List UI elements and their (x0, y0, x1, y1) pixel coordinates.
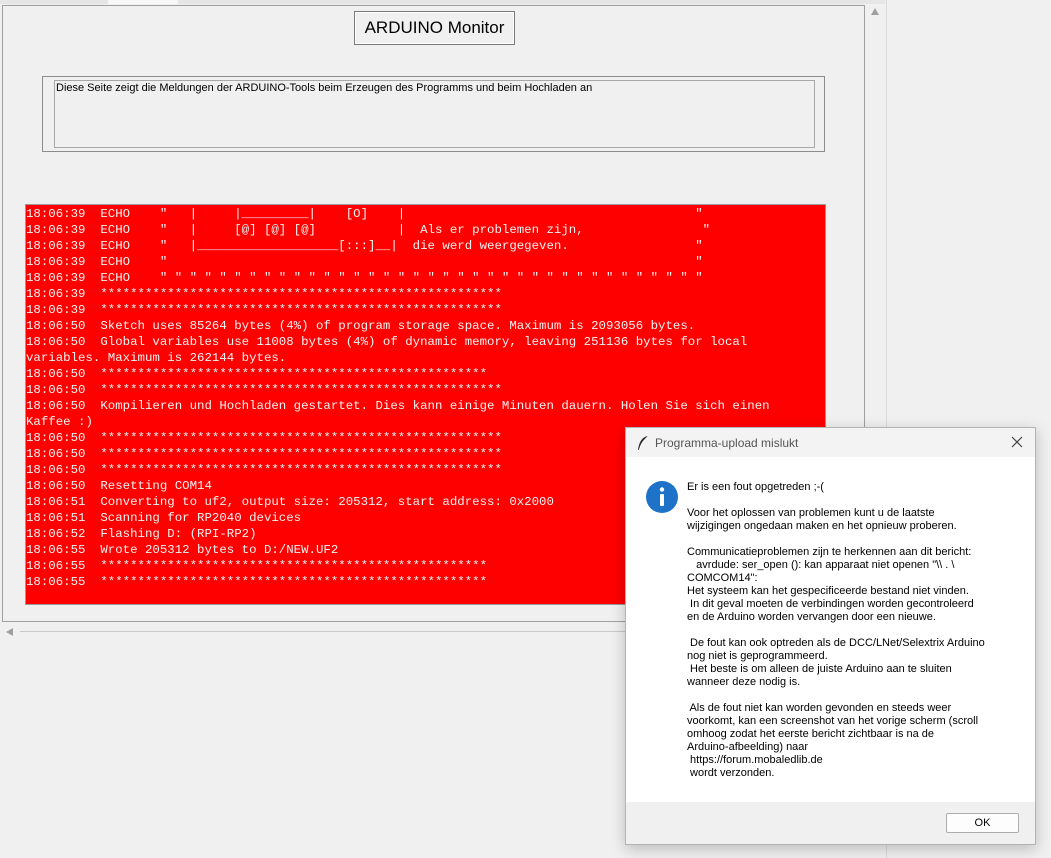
message-line (687, 494, 1027, 507)
message-line: In dit geval moeten de verbindingen word… (687, 598, 974, 610)
message-line: Het systeem kan het gespecificeerde best… (687, 585, 969, 597)
log-line: 18:06:50 *******************************… (26, 383, 502, 397)
message-line: en de Arduino worden vervangen door een … (687, 611, 936, 623)
log-line: 18:06:39 *******************************… (26, 303, 502, 317)
message-line (687, 533, 1027, 546)
log-line: 18:06:39 ECHO " |___________________[:::… (26, 239, 703, 253)
arrow-up-icon[interactable] (871, 8, 879, 15)
message-line (687, 624, 1027, 637)
message-line: Er is een fout opgetreden ;-( (687, 481, 824, 493)
message-line: avrdude: ser_open (): kan apparaat niet … (687, 559, 955, 571)
tab-marker (108, 0, 178, 4)
log-line: 18:06:39 ECHO " " (26, 255, 703, 269)
message-line: Communicatieproblemen zijn te herkennen … (687, 546, 972, 558)
ok-button[interactable]: OK (946, 813, 1019, 833)
message-line: voorkomt, kan een screenshot van het vor… (687, 715, 979, 727)
close-icon[interactable] (1007, 432, 1027, 452)
dialog-footer: OK (626, 802, 1035, 844)
message-line: wordt verzonden. (687, 767, 775, 779)
log-line: 18:06:39 ECHO " " " " " " " " " " " " " … (26, 271, 703, 285)
message-line: wanneer deze nodig is. (687, 676, 801, 688)
log-line: 18:06:39 *******************************… (26, 287, 502, 301)
dialog-title: Programma-upload mislukt (655, 436, 799, 450)
error-dialog: Programma-upload mislukt Er is een fout … (625, 427, 1036, 845)
message-line: De fout kan ook optreden als de DCC/LNet… (687, 637, 985, 649)
info-icon (646, 481, 678, 513)
log-line: 18:06:39 ECHO " | |_________| [O] | " (26, 207, 703, 221)
log-line: 18:06:50 Kompilieren und Hochladen gesta… (26, 399, 770, 413)
message-line: COMCOM14": (687, 572, 758, 584)
message-line: Het beste is om alleen de juiste Arduino… (687, 663, 952, 675)
dialog-body: Er is een fout opgetreden ;-( Voor het op… (626, 457, 1035, 802)
message-line: Voor het oplossen van problemen kunt u d… (687, 507, 935, 519)
log-line: 18:06:50 Sketch uses 85264 bytes (4%) of… (26, 319, 696, 333)
top-strip (0, 0, 885, 4)
monitor-title-button[interactable]: ARDUINO Monitor (354, 11, 515, 45)
message-line: nog niet is geprogrammeerd. (687, 650, 828, 662)
message-line: https://forum.mobaledlib.de (687, 754, 823, 766)
message-line (687, 689, 1027, 702)
message-line: Arduino-afbeelding) naar (687, 741, 809, 753)
description-text: Diese Seite zeigt die Meldungen der ARDU… (56, 82, 593, 94)
feather-icon (638, 435, 649, 451)
log-line: 18:06:50 *******************************… (26, 367, 488, 381)
message-line: Als de fout niet kan worden gevonden en … (687, 702, 952, 714)
arrow-left-icon[interactable] (6, 628, 13, 636)
log-line: variables. Maximum is 262144 bytes. (26, 351, 287, 365)
dialog-message: Er is een fout opgetreden ;-( Voor het op… (687, 481, 1027, 780)
log-line: 18:06:39 ECHO " | [@] [@] [@] | Als er p… (26, 223, 711, 237)
log-line: 18:06:50 Global variables use 11008 byte… (26, 335, 748, 349)
message-line: omhoog zodat het eerste bericht zichtbaa… (687, 728, 935, 740)
dialog-titlebar: Programma-upload mislukt (626, 428, 1035, 457)
message-line: wijzigingen ongedaan maken en het opnieu… (687, 520, 957, 532)
